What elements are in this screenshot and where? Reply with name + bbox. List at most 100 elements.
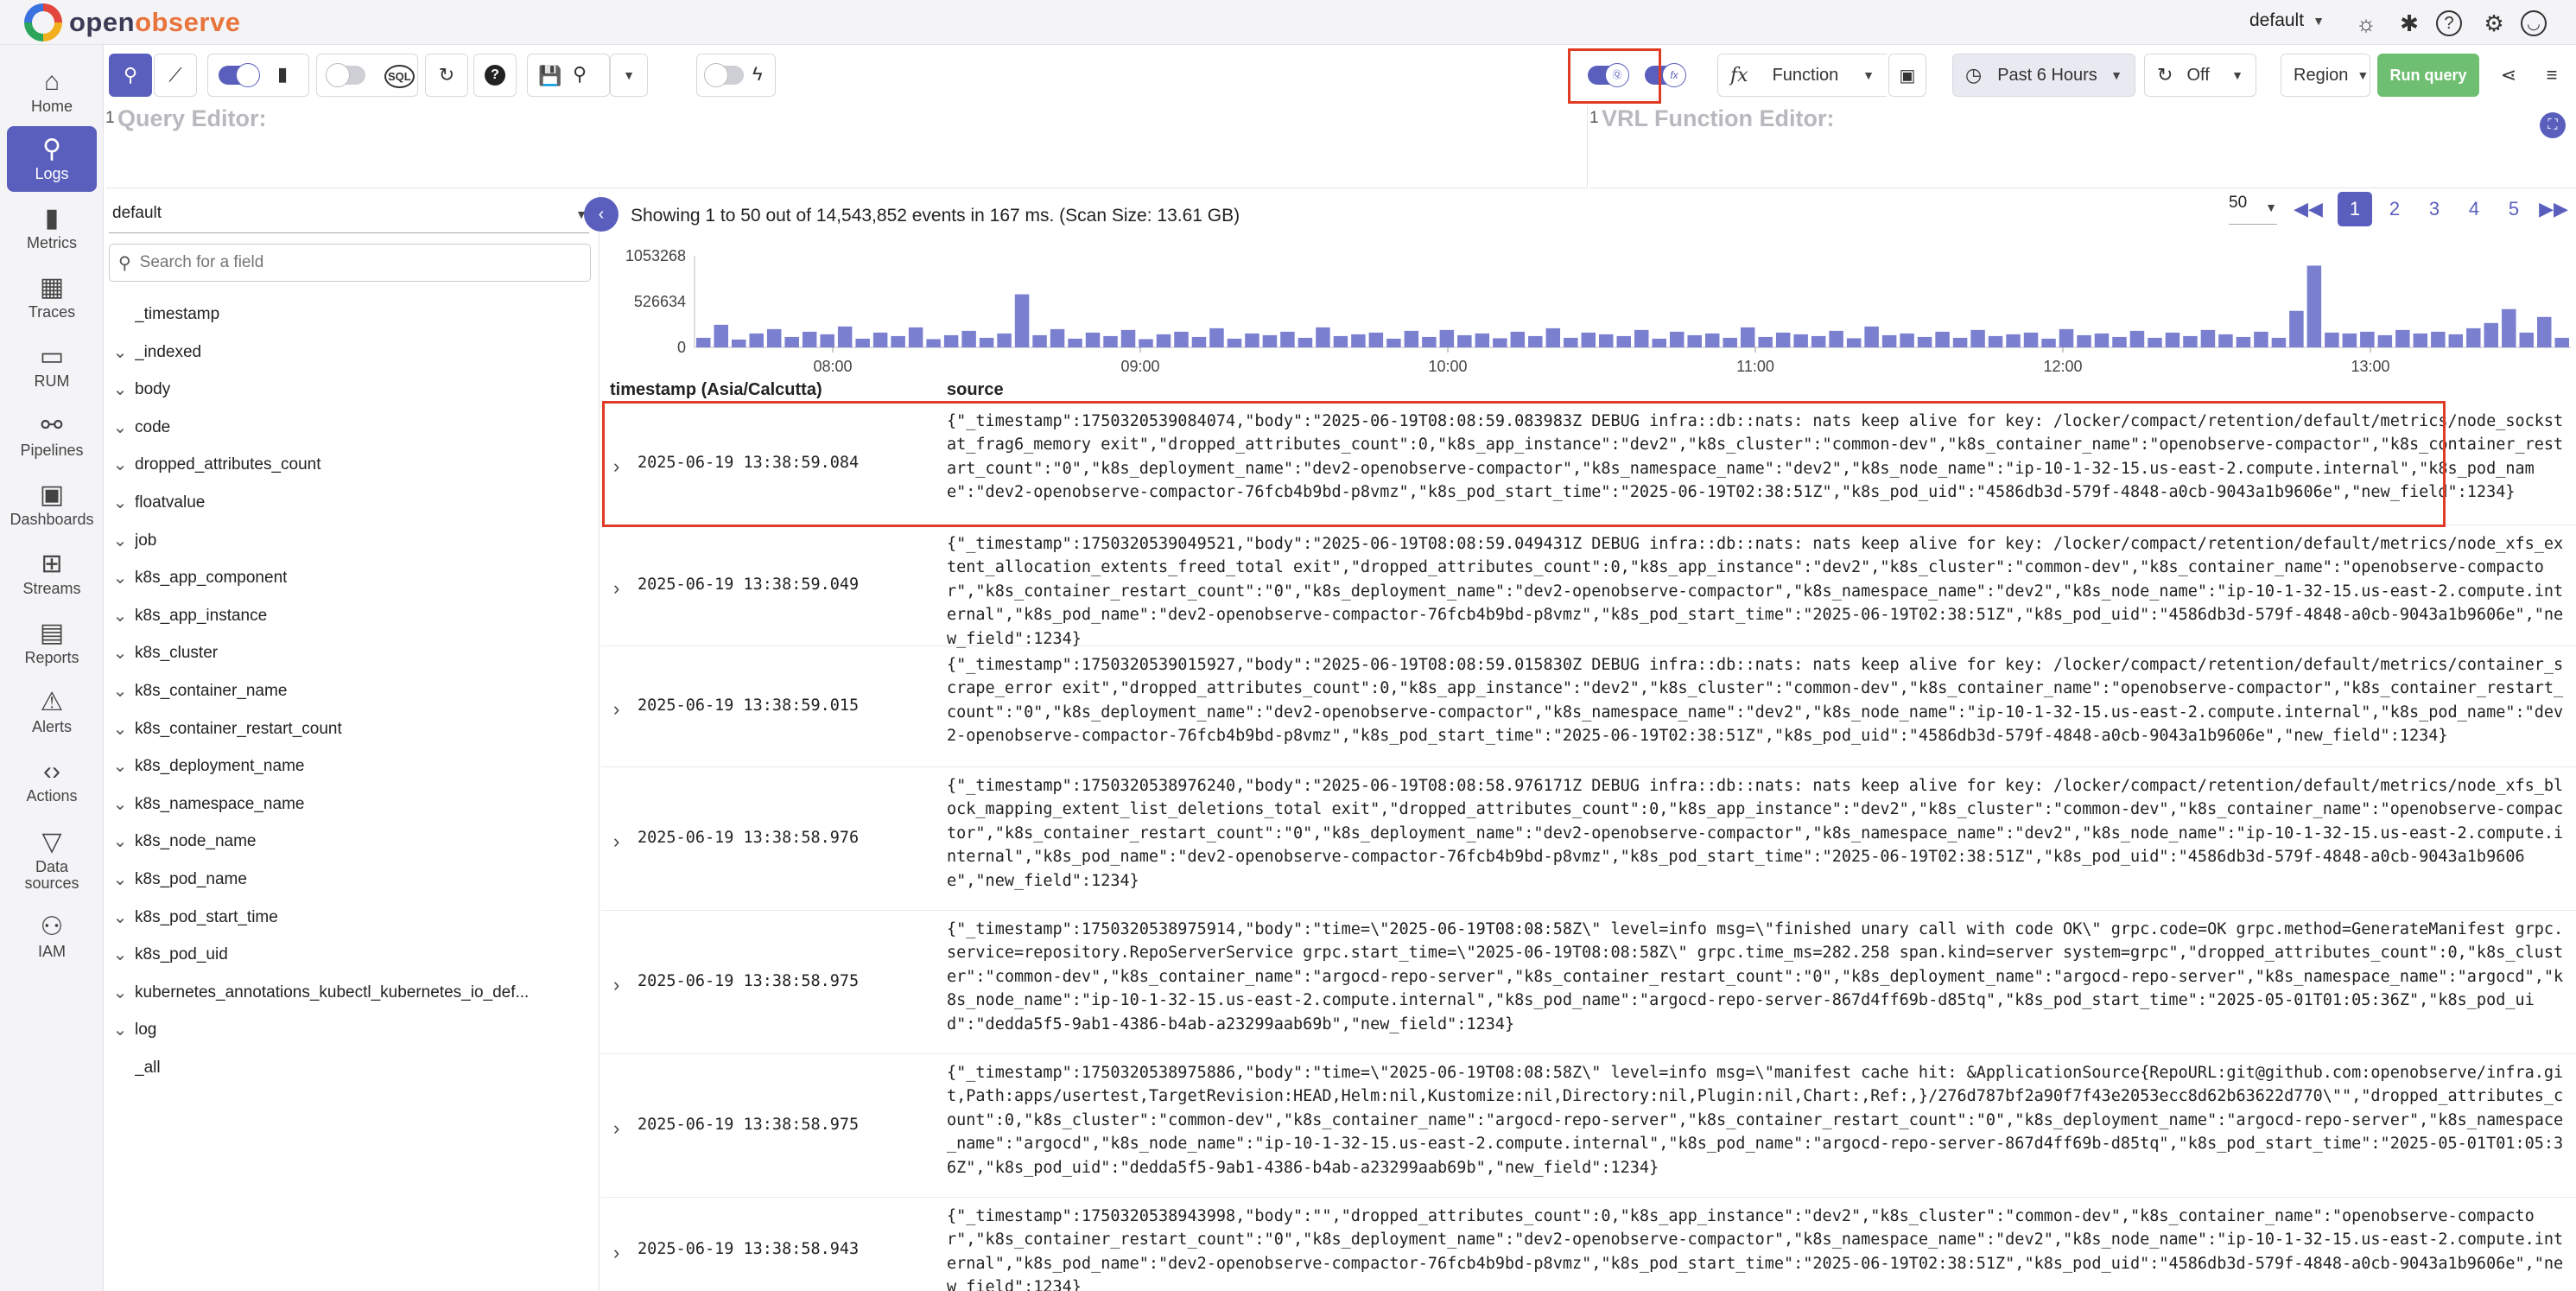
page-button-4[interactable]: 4 [2457, 192, 2491, 226]
page-button-3[interactable]: 3 [2417, 192, 2452, 226]
histogram-bar[interactable] [891, 335, 905, 347]
field-item[interactable]: ⌄ k8s_deployment_name [105, 749, 598, 784]
log-row[interactable]: › 2025-06-19 13:38:58.976 {"_timestamp":17… [601, 767, 2576, 911]
histogram-bar[interactable] [1704, 333, 1720, 347]
field-item[interactable]: ⌄ k8s_pod_start_time [105, 900, 598, 935]
page-button-5[interactable]: 5 [2497, 192, 2531, 226]
expand-row-chevron-icon[interactable]: › [613, 1242, 619, 1264]
sidebar-item-pipelines[interactable]: ⚯ Pipelines [7, 403, 97, 468]
histogram-bar[interactable] [2484, 322, 2499, 347]
histogram-bar[interactable] [1775, 332, 1791, 347]
field-item[interactable]: ⌄ k8s_node_name [105, 824, 598, 859]
histogram-bar[interactable] [1545, 328, 1561, 347]
gear-icon[interactable]: ⚙ [2479, 9, 2509, 38]
sql-mode-switch[interactable] [326, 63, 365, 87]
vrl-function-editor[interactable]: 1 VRL Function Editor: ⛶ [1589, 105, 2576, 188]
histogram-bar[interactable] [1050, 328, 1065, 347]
histogram-bar[interactable] [2325, 332, 2339, 347]
field-item[interactable]: ⌄ k8s_cluster [105, 636, 598, 671]
histogram-bar[interactable] [1404, 330, 1419, 347]
chevron-down-icon[interactable]: ⌄ [105, 946, 135, 963]
histogram-bar[interactable] [1669, 331, 1685, 347]
search-mode-button[interactable]: ⚲ [109, 54, 152, 97]
histogram-bar[interactable] [1316, 327, 1330, 347]
chevron-down-icon[interactable]: ⌄ [105, 344, 135, 361]
chevron-down-icon[interactable]: ⌄ [105, 984, 135, 1002]
histogram-bar[interactable] [2094, 333, 2110, 347]
histogram-bar[interactable] [2537, 316, 2552, 347]
histogram-bar[interactable] [2254, 331, 2268, 347]
histogram-bar[interactable] [731, 339, 746, 347]
histogram-bar[interactable] [2165, 332, 2180, 347]
chevron-down-icon[interactable]: ⌄ [105, 607, 135, 625]
histogram-bar[interactable] [2218, 334, 2233, 347]
saved-views-dropdown[interactable]: ▼ [610, 54, 648, 97]
histogram-bar[interactable] [2006, 334, 2021, 347]
chevron-down-icon[interactable]: ⌄ [105, 833, 135, 850]
histogram-bar[interactable] [1351, 334, 1366, 347]
histogram-bar[interactable] [2431, 331, 2446, 347]
field-item[interactable]: ⌄ job [105, 524, 598, 558]
field-item[interactable]: ⌄ dropped_attributes_count [105, 448, 598, 482]
help-button[interactable]: ? [473, 54, 517, 97]
field-item[interactable]: ⌄ k8s_namespace_name [105, 787, 598, 822]
histogram-bar[interactable] [1493, 338, 1507, 347]
log-row[interactable]: › 2025-06-19 13:38:59.015 {"_timestamp":17… [601, 646, 2576, 767]
histogram-bar[interactable] [1616, 335, 1631, 347]
region-selector[interactable]: Region ▼ [2281, 54, 2370, 97]
field-item[interactable]: ⌄ body [105, 372, 598, 407]
sidebar-item-dashboards[interactable]: ▣ Dashboards [7, 472, 97, 537]
histogram-bar[interactable] [1510, 331, 1526, 347]
chevron-down-icon[interactable]: ⌄ [105, 871, 135, 888]
histogram-bar[interactable] [1191, 336, 1207, 347]
chevron-down-icon[interactable]: ⌄ [105, 569, 135, 587]
histogram-bar[interactable] [1422, 336, 1437, 347]
histogram-bar[interactable] [1900, 333, 1914, 347]
histogram-bar[interactable] [1032, 334, 1047, 347]
histogram-bar[interactable] [1723, 337, 1737, 347]
histogram-bar[interactable] [1457, 334, 1472, 347]
histogram-bar[interactable] [961, 330, 976, 347]
rows-per-page-selector[interactable]: 50 ▼ [2229, 194, 2277, 225]
histogram-bar[interactable] [1988, 335, 2003, 347]
column-header-source[interactable]: source [947, 380, 1004, 400]
chevron-down-icon[interactable]: ⌄ [105, 1021, 135, 1039]
histogram-bar[interactable] [2395, 329, 2410, 347]
histogram-bar[interactable] [714, 324, 728, 347]
histogram-bar[interactable] [926, 339, 941, 347]
histogram-bar[interactable] [1085, 332, 1101, 347]
histogram-bar[interactable] [2112, 336, 2127, 347]
log-row[interactable]: › 2025-06-19 13:38:59.084 {"_timestamp":17… [601, 403, 2576, 525]
expand-row-chevron-icon[interactable]: › [613, 1117, 619, 1140]
sidebar-item-logs[interactable]: ⚲ Logs [7, 126, 97, 192]
histogram-bar[interactable] [1368, 332, 1384, 347]
log-row[interactable]: › 2025-06-19 13:38:58.943 {"_timestamp":17… [601, 1198, 2576, 1291]
histogram-bar[interactable] [2289, 310, 2304, 347]
more-menu-button[interactable]: ≡ [2533, 54, 2571, 97]
save-function-button[interactable]: ▣ [1888, 54, 1926, 97]
date-time-picker[interactable]: ◷ Past 6 Hours ▼ [1952, 54, 2135, 97]
sidebar-item-alerts[interactable]: ⚠ Alerts [7, 679, 97, 745]
quick-mode-switch[interactable]: Ⓠ [1588, 63, 1629, 87]
histogram-bar[interactable] [2059, 328, 2074, 347]
histogram-bar[interactable] [943, 334, 959, 347]
histogram-bar[interactable] [1475, 333, 1490, 347]
collapse-fields-button[interactable]: ‹ [584, 197, 619, 232]
histogram-bar[interactable] [2236, 336, 2251, 347]
sidebar-item-iam[interactable]: ⚇ IAM [7, 904, 97, 970]
histogram-switch[interactable] [219, 63, 260, 87]
histogram-bar[interactable] [802, 331, 817, 347]
histogram-bar[interactable] [908, 327, 923, 347]
field-item[interactable]: ⌄ k8s_pod_name [105, 862, 598, 897]
help-icon[interactable]: ? [2436, 10, 2462, 36]
histogram-bar[interactable] [837, 326, 853, 347]
first-page-button[interactable]: ◀◀ [2291, 192, 2325, 226]
histogram-bar[interactable] [2077, 334, 2091, 347]
histogram-bar[interactable] [2271, 337, 2287, 347]
histogram-bar[interactable] [1209, 328, 1224, 347]
field-item[interactable]: ⌄ k8s_container_restart_count [105, 712, 598, 747]
histogram-bar[interactable] [1528, 335, 1543, 347]
query-editor[interactable]: 1 Query Editor: [105, 105, 1588, 188]
chevron-down-icon[interactable]: ⌄ [105, 532, 135, 550]
field-search-box[interactable]: ⚲ [109, 244, 591, 282]
